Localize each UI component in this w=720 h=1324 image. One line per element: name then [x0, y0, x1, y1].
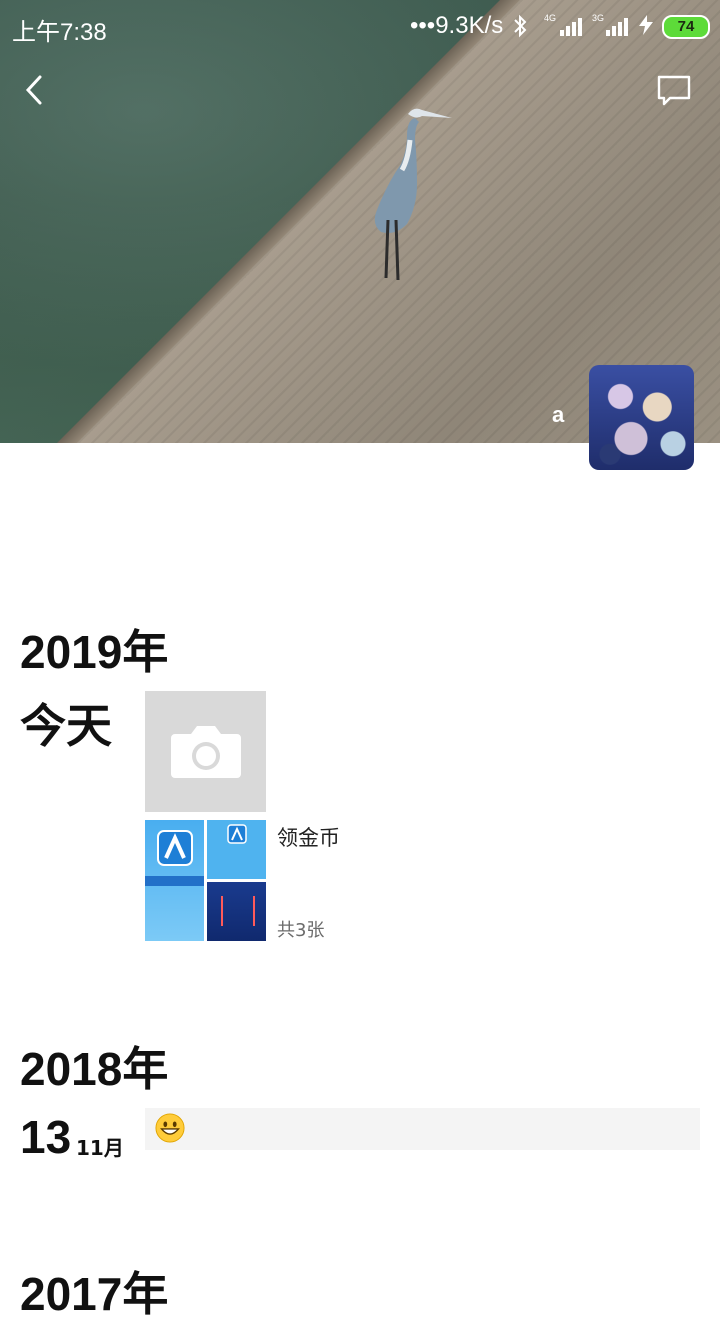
- album-photo-count: 共3张: [277, 920, 325, 941]
- heron-illustration: [374, 108, 452, 281]
- post-photo-button[interactable]: [145, 691, 266, 812]
- chevron-left-icon: [25, 75, 42, 105]
- messages-button[interactable]: [650, 68, 698, 112]
- thumbnail-image: [207, 882, 266, 941]
- status-bar: 上午7:38 •••9.3K/s 4G 3G 74: [0, 0, 720, 52]
- avatar[interactable]: [589, 365, 694, 470]
- battery-indicator: 74: [662, 15, 710, 39]
- text-post[interactable]: [145, 1108, 700, 1150]
- back-button[interactable]: [14, 68, 54, 112]
- comment-icon: [657, 75, 691, 106]
- signal-3g-icon: 3G: [592, 13, 628, 36]
- svg-text:4G: 4G: [544, 13, 556, 23]
- thumbnail-image: [207, 820, 266, 879]
- album-thumbnail[interactable]: [145, 820, 266, 941]
- grinning-face-icon: [155, 1113, 185, 1143]
- profile-nickname[interactable]: a: [552, 402, 564, 428]
- app-logo-icon: [227, 824, 247, 844]
- bluetooth-icon: [514, 14, 527, 38]
- thumbnail-image: [145, 820, 204, 941]
- year-heading: 2019年: [20, 626, 169, 678]
- year-heading: 2018年: [20, 1043, 169, 1095]
- signal-4g-icon: 4G: [544, 13, 582, 36]
- status-time: 上午7:38: [12, 19, 107, 46]
- thumbnail-caption-band: [145, 876, 204, 886]
- camera-icon: [170, 725, 241, 778]
- thumbnail-text-lines: [221, 896, 255, 926]
- charging-icon: [639, 15, 653, 35]
- post-month: 11月: [76, 1136, 124, 1160]
- year-heading: 2017年: [20, 1268, 169, 1320]
- svg-text:3G: 3G: [592, 13, 604, 23]
- album-title[interactable]: 领金币: [277, 822, 340, 852]
- network-speed: •••9.3K/s: [410, 12, 504, 39]
- post-day: 13: [20, 1111, 72, 1163]
- app-logo-icon: [157, 830, 193, 866]
- day-label: 今天: [20, 700, 112, 752]
